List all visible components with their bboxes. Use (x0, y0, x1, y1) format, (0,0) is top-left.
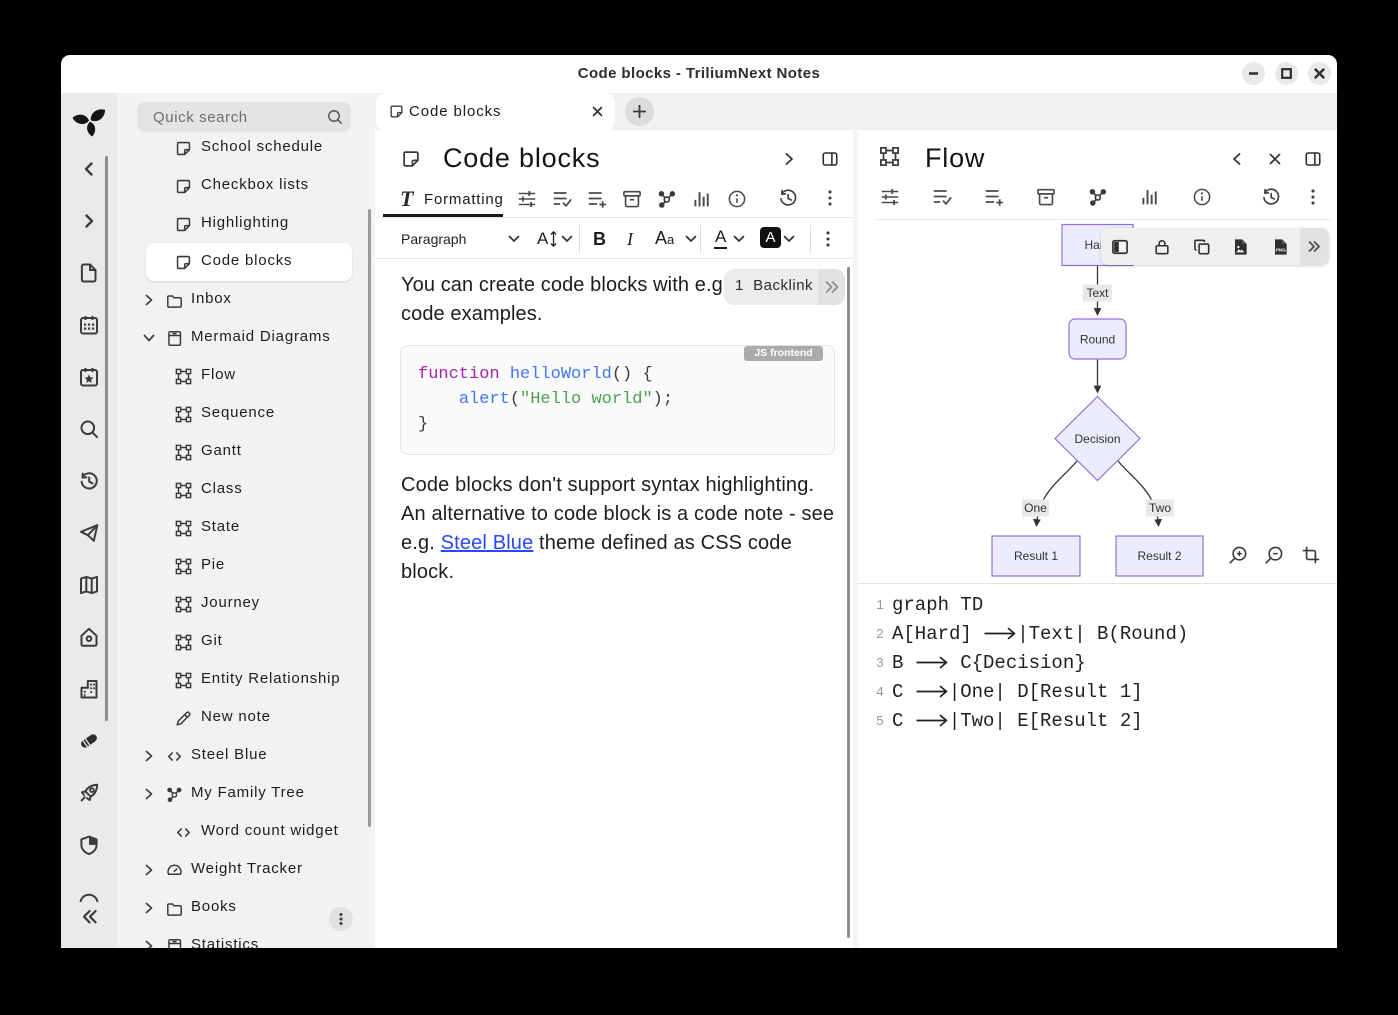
svg-text:Round: Round (1080, 333, 1115, 347)
svg-text:PNG: PNG (1276, 247, 1286, 252)
svg-text:Decision: Decision (1074, 432, 1120, 446)
svg-text:Result 2: Result 2 (1137, 549, 1181, 563)
svg-text:One: One (1024, 501, 1047, 515)
svg-text:Two: Two (1149, 501, 1171, 515)
svg-text:Text: Text (1086, 286, 1109, 300)
svg-text:Result 1: Result 1 (1014, 549, 1058, 563)
